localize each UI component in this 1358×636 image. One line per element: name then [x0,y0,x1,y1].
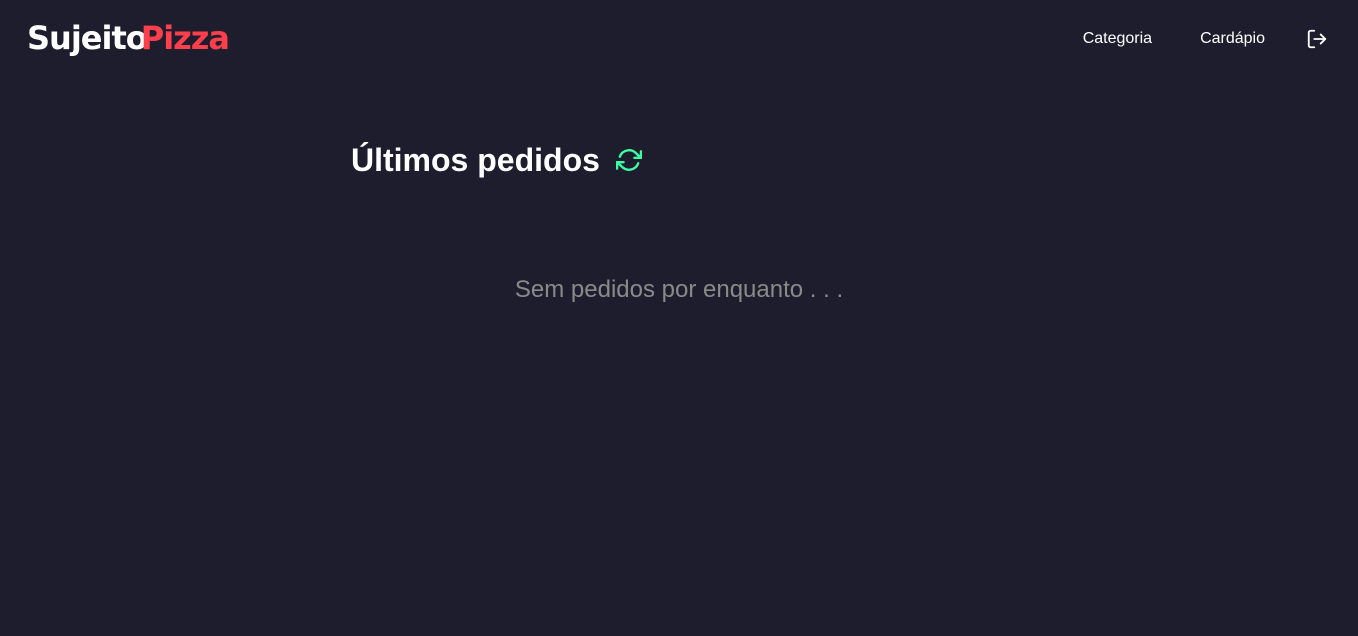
logout-icon [1307,29,1327,49]
logo-text-sujeito: Sujeito [27,19,148,57]
orders-title-row: Últimos pedidos [351,140,643,180]
logout-button[interactable] [1305,27,1329,51]
nav-link-categoria[interactable]: Categoria [1083,27,1152,51]
empty-orders-message: Sem pedidos por enquanto . . . [514,276,844,303]
logo[interactable]: SujeitoPizza [27,18,230,58]
app-header: SujeitoPizza Categoria Cardápio [0,0,1358,78]
refresh-icon [615,149,642,171]
main-nav: Categoria Cardápio [1083,27,1358,51]
logo-text-pizza: Pizza [140,19,230,57]
nav-link-cardapio[interactable]: Cardápio [1200,27,1265,51]
page-title: Últimos pedidos [351,142,600,178]
refresh-button[interactable] [615,146,643,174]
